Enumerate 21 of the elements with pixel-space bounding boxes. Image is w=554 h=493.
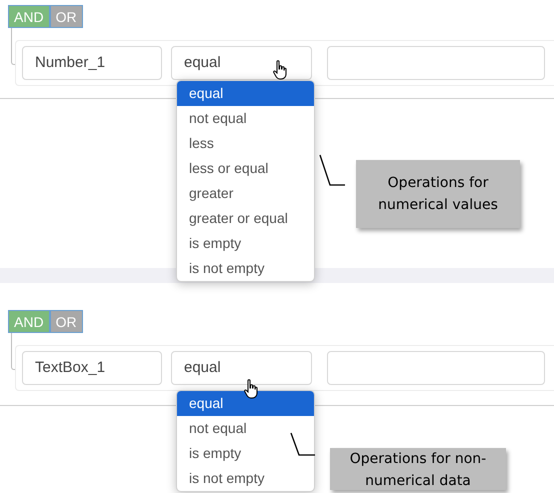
dropdown-option[interactable]: greater [177,181,314,206]
leader-line [319,154,347,187]
operator-select[interactable]: equal [171,351,312,385]
dropdown-option[interactable]: less or equal [177,156,314,181]
operator-select[interactable]: equal [171,46,312,80]
value-input[interactable] [327,351,545,385]
dropdown-option[interactable]: greater or equal [177,206,314,231]
dropdown-option[interactable]: is empty [177,231,314,256]
dropdown-option[interactable]: not equal [177,106,314,131]
dropdown-option[interactable]: less [177,131,314,156]
dropdown-option[interactable]: equal [177,81,314,106]
dropdown-option[interactable]: equal [177,391,314,416]
dropdown-option[interactable]: is not empty [177,466,314,491]
dropdown-option[interactable]: is not empty [177,256,314,281]
field-select[interactable]: Number_1 [22,46,162,80]
field-select[interactable]: TextBox_1 [22,351,162,385]
value-input[interactable] [327,46,545,80]
callout-box: Operations for non-numerical data [330,448,506,490]
dropdown-option[interactable]: not equal [177,416,314,441]
dropdown-option[interactable]: is empty [177,441,314,466]
callout-box: Operations for numerical values [356,160,520,228]
